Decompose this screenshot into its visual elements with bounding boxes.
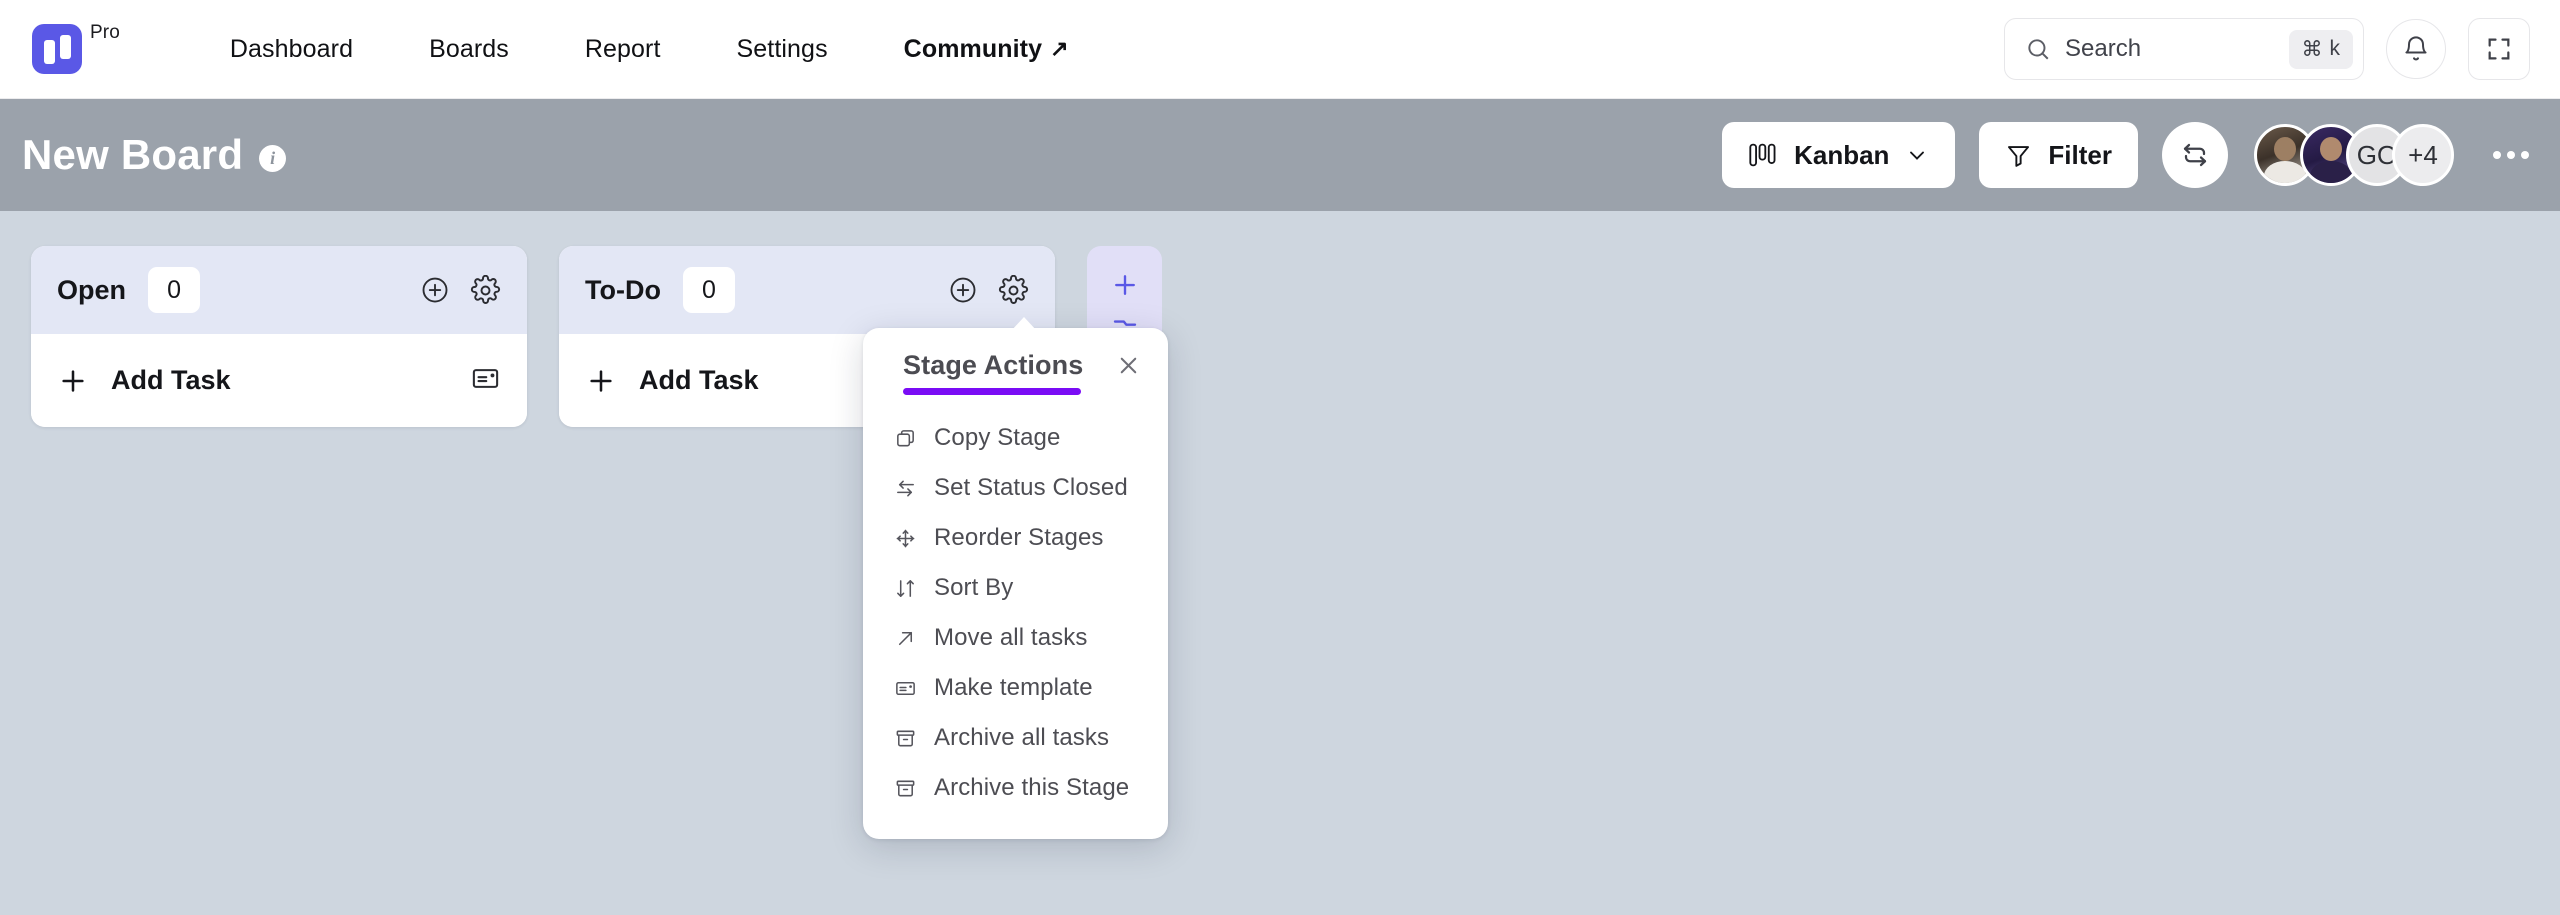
refresh-icon (2183, 143, 2207, 167)
menu-item-label: Sort By (934, 574, 1014, 601)
stage-actions-menu: Copy Stage Set Status Closed Reorder Sta… (863, 413, 1168, 813)
nav-link-settings[interactable]: Settings (699, 35, 866, 64)
stage-actions-popup: Stage Actions Copy Stage Set Status Clos… (863, 317, 1168, 839)
board-canvas: Open 0 Add Task To-Do 0 Add Task (0, 211, 2560, 915)
sort-icon (893, 576, 917, 600)
menu-item-archive-this-stage[interactable]: Archive this Stage (863, 763, 1168, 813)
shortcut-key: k (2329, 37, 2341, 60)
stage-header-actions (420, 274, 501, 306)
menu-item-set-status-closed[interactable]: Set Status Closed (863, 463, 1168, 513)
board-header-bar: New Board i Kanban Filter GO +4 (0, 99, 2560, 211)
nav-right-actions: Search ⌘ k (2004, 18, 2530, 80)
menu-item-label: Set Status Closed (934, 474, 1128, 501)
template-icon (472, 368, 499, 388)
search-icon (2028, 39, 2049, 60)
nav-link-boards[interactable]: Boards (391, 35, 547, 64)
swap-arrows-icon (893, 476, 917, 500)
copy-icon (893, 426, 917, 450)
nav-link-community-label: Community (903, 34, 1043, 63)
chevron-down-icon (1910, 151, 1925, 160)
nav-link-report[interactable]: Report (547, 35, 699, 64)
stage-header: To-Do 0 (559, 246, 1055, 334)
brand[interactable]: Pro (32, 22, 120, 74)
more-options-icon[interactable] (2484, 128, 2538, 182)
app-logo-icon (32, 24, 82, 74)
member-avatar-group[interactable]: GO +4 (2254, 124, 2454, 186)
board-info-icon[interactable]: i (259, 144, 287, 172)
search-placeholder: Search (2065, 35, 2142, 62)
filter-icon (2008, 145, 2030, 167)
template-icon (893, 676, 917, 700)
plus-icon (1114, 275, 1135, 295)
menu-item-copy-stage[interactable]: Copy Stage (863, 413, 1168, 463)
stage-name: To-Do (585, 274, 661, 305)
popup-title: Stage Actions (903, 350, 1084, 380)
notifications-button[interactable] (2386, 19, 2446, 79)
menu-item-label: Make template (934, 674, 1093, 701)
stage-header-actions (948, 274, 1029, 306)
pro-badge: Pro (90, 22, 120, 43)
kanban-icon (1749, 143, 1776, 167)
arrow-up-right-icon (893, 626, 917, 650)
menu-item-label: Copy Stage (934, 424, 1061, 451)
search-input[interactable]: Search ⌘ k (2004, 18, 2364, 80)
menu-item-make-template[interactable]: Make template (863, 663, 1168, 713)
stage-template-button[interactable] (470, 363, 501, 399)
add-task-circle-icon[interactable] (420, 275, 450, 305)
archive-icon (893, 776, 917, 800)
stage-task-count: 0 (148, 267, 201, 313)
menu-item-archive-all-tasks[interactable]: Archive all tasks (863, 713, 1168, 763)
popup-title-underline (903, 388, 1081, 395)
menu-item-label: Reorder Stages (934, 524, 1104, 551)
board-header-actions: Kanban Filter GO +4 (1722, 122, 2538, 188)
add-task-button[interactable]: Add Task (57, 365, 231, 397)
external-link-icon: ↗ (1050, 36, 1069, 61)
stage-column-open: Open 0 Add Task (31, 246, 527, 427)
stage-task-count: 0 (682, 267, 735, 313)
menu-item-label: Archive this Stage (934, 774, 1130, 801)
nav-links: Dashboard Boards Report Settings Communi… (192, 35, 1107, 64)
nav-link-community[interactable]: Community ↗ (866, 35, 1107, 64)
top-navigation-bar: Pro Dashboard Boards Report Settings Com… (0, 0, 2560, 99)
shortcut-mod: ⌘ (2301, 37, 2323, 61)
add-task-circle-icon[interactable] (948, 275, 978, 305)
filter-button[interactable]: Filter (1979, 122, 2138, 188)
view-switcher-kanban-button[interactable]: Kanban (1722, 122, 1956, 188)
add-task-button[interactable]: Add Task (585, 365, 759, 397)
move-cross-icon (893, 526, 917, 550)
bell-icon (2405, 36, 2427, 61)
menu-item-label: Move all tasks (934, 624, 1088, 651)
refresh-button[interactable] (2162, 122, 2228, 188)
menu-item-move-all-tasks[interactable]: Move all tasks (863, 613, 1168, 663)
filter-label: Filter (2048, 139, 2112, 170)
popup-header: Stage Actions (863, 350, 1168, 395)
stage-settings-gear-icon[interactable] (998, 274, 1029, 306)
fullscreen-icon (2488, 38, 2510, 60)
fullscreen-button[interactable] (2468, 18, 2530, 80)
member-avatar-overflow[interactable]: +4 (2392, 124, 2454, 186)
menu-item-reorder-stages[interactable]: Reorder Stages (863, 513, 1168, 563)
add-task-label: Add Task (639, 365, 759, 395)
archive-icon (893, 726, 917, 750)
menu-item-sort-by[interactable]: Sort By (863, 563, 1168, 613)
search-shortcut-badge: ⌘ k (2288, 29, 2353, 69)
board-app: Pro Dashboard Boards Report Settings Com… (0, 0, 2560, 915)
close-x-icon (1120, 357, 1137, 374)
close-icon[interactable] (1115, 350, 1142, 384)
stage-settings-gear-icon[interactable] (470, 274, 501, 306)
plus-icon (590, 369, 612, 392)
stage-body: Add Task (31, 334, 527, 427)
stage-header: Open 0 (31, 246, 527, 334)
stage-name: Open (57, 274, 127, 305)
plus-icon (62, 369, 84, 392)
view-switcher-label: Kanban (1794, 139, 1890, 170)
add-task-label: Add Task (111, 365, 231, 395)
board-title: New Board (22, 131, 244, 178)
popup-title-wrap: Stage Actions (903, 350, 1083, 395)
menu-item-label: Archive all tasks (934, 724, 1110, 751)
nav-link-dashboard[interactable]: Dashboard (192, 35, 391, 64)
